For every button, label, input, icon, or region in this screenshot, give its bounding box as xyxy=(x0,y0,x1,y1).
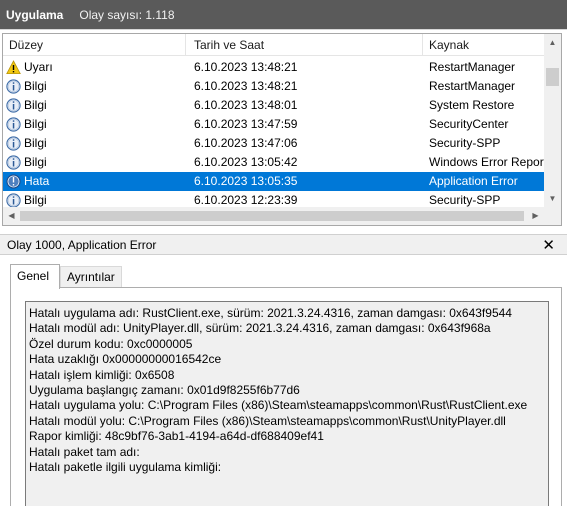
scroll-down-arrow-icon[interactable]: ▼ xyxy=(544,190,561,207)
scroll-up-arrow-icon[interactable]: ▲ xyxy=(544,34,561,51)
tab-details[interactable]: Ayrıntılar xyxy=(60,266,122,288)
close-icon[interactable]: ✕ xyxy=(542,236,555,254)
column-header-datetime[interactable]: Tarih ve Saat xyxy=(188,34,264,56)
horizontal-scrollbar[interactable]: ◀ ▶ xyxy=(3,207,561,225)
list-header: Düzey Tarih ve Saat Kaynak xyxy=(3,34,544,56)
table-row-selected[interactable]: Hata 6.10.2023 13:05:35 Application Error xyxy=(3,172,544,191)
horizontal-scroll-thumb[interactable] xyxy=(20,211,524,221)
source-cell: RestartManager xyxy=(429,79,516,93)
source-cell: System Restore xyxy=(429,98,515,112)
scroll-left-arrow-icon[interactable]: ◀ xyxy=(3,207,20,225)
scroll-right-arrow-icon[interactable]: ▶ xyxy=(527,207,544,225)
info-icon xyxy=(6,117,21,132)
source-cell: SecurityCenter xyxy=(429,117,509,131)
level-cell: Bilgi xyxy=(24,79,47,93)
table-row[interactable]: Bilgi 6.10.2023 13:05:42 Windows Error Rep… xyxy=(3,153,547,172)
event-rows: Uyarı 6.10.2023 13:48:21 RestartManager Bil… xyxy=(3,58,547,210)
source-cell: Application Error xyxy=(429,174,518,188)
level-cell: Uyarı xyxy=(24,60,53,74)
event-count: Olay sayısı: 1.118 xyxy=(79,7,175,22)
column-header-source[interactable]: Kaynak xyxy=(423,34,469,56)
datetime-cell: 6.10.2023 13:48:01 xyxy=(194,98,298,112)
error-icon xyxy=(6,174,21,189)
table-row[interactable]: Uyarı 6.10.2023 13:48:21 RestartManager xyxy=(3,58,544,77)
vertical-scrollbar[interactable]: ▲ ▼ xyxy=(544,34,561,207)
event-list[interactable]: Düzey Tarih ve Saat Kaynak Uyarı 6.10.202… xyxy=(2,33,562,226)
description-line: Özel durum kodu: 0xc0000005 xyxy=(29,336,193,351)
level-cell: Bilgi xyxy=(24,117,47,131)
level-cell: Hata xyxy=(24,174,50,188)
warning-icon xyxy=(6,60,21,75)
table-row[interactable]: Bilgi 6.10.2023 13:47:06 Security-SPP xyxy=(3,134,544,153)
title-bar: Uygulama Olay sayısı: 1.118 xyxy=(0,0,567,30)
table-row[interactable]: Bilgi 6.10.2023 13:48:01 System Restore xyxy=(3,96,544,115)
event-detail-title: Olay 1000, Application Error xyxy=(7,238,157,252)
info-icon xyxy=(6,98,21,113)
column-header-level[interactable]: Düzey xyxy=(3,34,43,56)
tab-general[interactable]: Genel xyxy=(10,264,60,289)
info-icon xyxy=(6,136,21,151)
description-line: Rapor kimliği: 48c9bf76-3ab1-4194-a64d-d… xyxy=(29,429,324,444)
info-icon xyxy=(6,79,21,94)
description-line: Hatalı uygulama yolu: C:\Program Files (… xyxy=(29,398,528,413)
description-line: Hatalı paketle ilgili uygulama kimliği: xyxy=(29,460,222,475)
datetime-cell: 6.10.2023 13:48:21 xyxy=(194,79,298,93)
datetime-cell: 6.10.2023 13:05:35 xyxy=(194,174,298,188)
source-cell: Windows Error Report xyxy=(429,155,547,169)
datetime-cell: 6.10.2023 13:05:42 xyxy=(194,155,298,169)
table-row[interactable]: Bilgi 6.10.2023 13:48:21 RestartManager xyxy=(3,77,544,96)
source-cell: Security-SPP xyxy=(429,136,501,150)
level-cell: Bilgi xyxy=(24,155,47,169)
info-icon xyxy=(6,193,21,208)
source-cell: RestartManager xyxy=(429,60,516,74)
table-row[interactable]: Bilgi 6.10.2023 13:47:59 SecurityCenter xyxy=(3,115,544,134)
level-cell: Bilgi xyxy=(24,136,47,150)
vertical-scroll-thumb[interactable] xyxy=(546,68,559,86)
description-line: Hatalı paket tam adı: xyxy=(29,444,140,459)
description-line: Uygulama başlangıç zamanı: 0x01d9f8255f6… xyxy=(29,383,300,398)
log-name: Uygulama xyxy=(6,7,64,22)
description-line: Hatalı modül yolu: C:\Program Files (x86… xyxy=(29,413,506,428)
description-line: Hatalı işlem kimliği: 0x6508 xyxy=(29,367,175,382)
datetime-cell: 6.10.2023 13:48:21 xyxy=(194,60,298,74)
description-line: Hata uzaklığı 0x00000000016542ce xyxy=(29,352,222,367)
event-description-textbox[interactable]: Hatalı uygulama adı: RustClient.exe, sür… xyxy=(25,301,549,506)
event-detail-header: Olay 1000, Application Error ✕ xyxy=(0,234,567,255)
description-line: Hatalı modül adı: UnityPlayer.dll, sürüm… xyxy=(29,321,491,336)
description-line: Hatalı uygulama adı: RustClient.exe, sür… xyxy=(29,306,512,320)
info-icon xyxy=(6,155,21,170)
datetime-cell: 6.10.2023 13:47:06 xyxy=(194,136,298,150)
datetime-cell: 6.10.2023 13:47:59 xyxy=(194,117,298,131)
level-cell: Bilgi xyxy=(24,98,47,112)
